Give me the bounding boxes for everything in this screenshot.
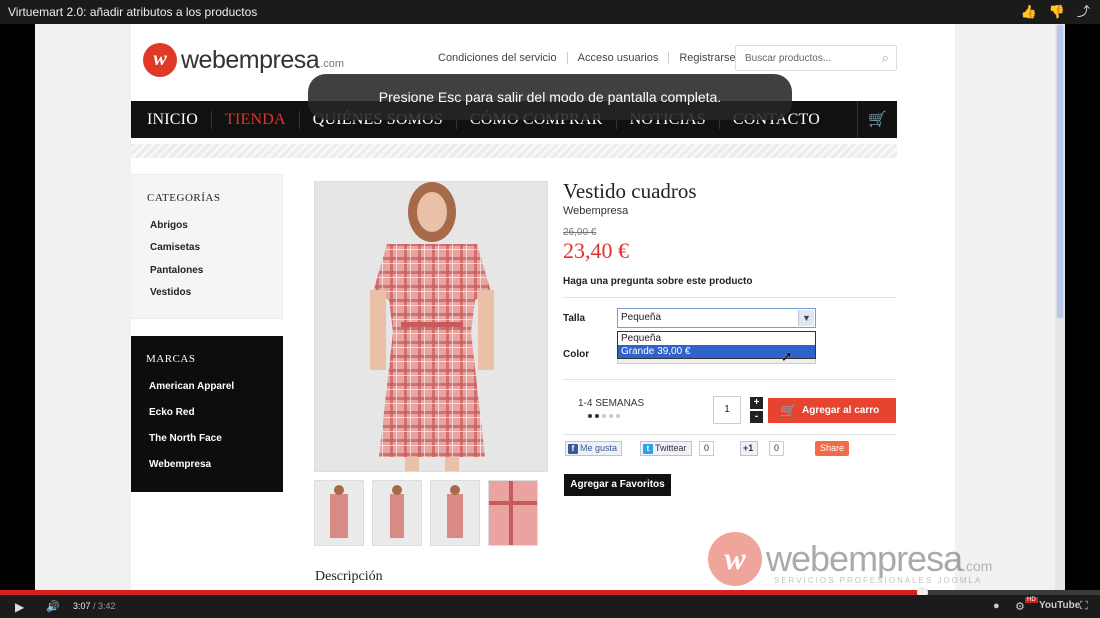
- video-title: Virtuemart 2.0: añadir atributos a los p…: [8, 5, 258, 19]
- add-to-cart-label: Agregar al carro: [802, 405, 880, 416]
- category-item[interactable]: Pantalones: [150, 265, 203, 276]
- brand-item[interactable]: American Apparel: [149, 381, 234, 392]
- quantity-minus-button[interactable]: -: [750, 411, 763, 423]
- product-brand: Webempresa: [563, 205, 629, 217]
- link-register[interactable]: Registrarse: [668, 52, 745, 64]
- fullscreen-toast: Presione Esc para salir del modo de pant…: [308, 74, 792, 120]
- gplus-button[interactable]: +1: [740, 441, 759, 456]
- divider-stripe: [131, 144, 897, 158]
- share-button[interactable]: Share: [815, 441, 850, 456]
- time-display: 3:07 / 3:42: [73, 601, 116, 611]
- time-current: 3:07: [73, 601, 91, 611]
- volume-icon[interactable]: 🔊: [46, 600, 60, 613]
- size-select-value: Pequeña: [621, 312, 662, 323]
- tweet-button[interactable]: t Twittear: [640, 441, 692, 456]
- brands-title: MARCAS: [146, 353, 196, 365]
- gplus-label: +1: [743, 443, 754, 453]
- ask-question-link[interactable]: Haga una pregunta sobre este producto: [563, 276, 752, 287]
- nav-inicio[interactable]: INICIO: [147, 111, 211, 129]
- color-label: Color: [563, 349, 590, 360]
- shipping-time: 1-4 SEMANAS: [578, 398, 645, 409]
- search-placeholder: Buscar productos...: [745, 53, 832, 64]
- page-scrollbar[interactable]: [1055, 24, 1065, 590]
- product-thumbnail[interactable]: [314, 480, 364, 546]
- logo-mark: w: [143, 43, 177, 77]
- watermark-logo: w: [708, 532, 762, 586]
- categories-title: CATEGORÍAS: [147, 192, 221, 204]
- watermark-subtitle: SERVICIOS PROFESIONALES JOOMLA: [774, 576, 983, 585]
- categories-box: CATEGORÍAS Abrigos Camisetas Pantalones …: [131, 174, 283, 319]
- add-to-cart-button[interactable]: 🛒 Agregar al carro: [768, 398, 896, 423]
- divider: [563, 379, 897, 380]
- search-icon[interactable]: ⌕: [882, 50, 889, 66]
- size-select[interactable]: Pequeña ▼: [617, 308, 816, 328]
- facebook-icon: f: [568, 444, 578, 454]
- share-label: Share: [820, 443, 845, 453]
- time-total: / 3:42: [93, 601, 116, 611]
- product-thumbnail[interactable]: [488, 480, 538, 546]
- youtube-logo[interactable]: YouTube: [1039, 600, 1080, 611]
- divider: [563, 297, 897, 298]
- watermark-domain: .com: [962, 558, 993, 574]
- product-thumbnail[interactable]: [430, 480, 480, 546]
- link-login[interactable]: Acceso usuarios: [566, 52, 669, 64]
- site-logo[interactable]: w webempresa .com: [143, 43, 344, 77]
- category-item[interactable]: Abrigos: [150, 220, 188, 231]
- category-item[interactable]: Camisetas: [150, 242, 200, 253]
- thumbs-up-icon[interactable]: 👍: [1021, 0, 1037, 24]
- gplus-count: 0: [769, 441, 785, 456]
- player-controls: ▶ 🔊 3:07 / 3:42 ● ⚙ HD YouTube ⛶: [0, 595, 1100, 618]
- product-thumbnail[interactable]: [372, 480, 422, 546]
- scrollbar-thumb[interactable]: [1056, 24, 1064, 319]
- brands-box: MARCAS American Apparel Ecko Red The Nor…: [131, 336, 283, 492]
- share-icon[interactable]: ⤴: [1077, 0, 1090, 24]
- watermark-text: webempresa: [766, 538, 963, 579]
- hd-badge: HD: [1025, 597, 1038, 603]
- channel-watermark: w webempresa .com SERVICIOS PROFESIONALE…: [708, 532, 992, 586]
- play-icon[interactable]: ▶: [15, 600, 24, 614]
- brand-item[interactable]: Webempresa: [149, 459, 211, 470]
- facebook-like-button[interactable]: f Me gusta: [565, 441, 623, 456]
- thumbs-down-icon[interactable]: 👎: [1049, 0, 1065, 24]
- add-to-favorites-button[interactable]: Agregar a Favoritos: [564, 474, 671, 496]
- size-option[interactable]: Pequeña: [618, 332, 815, 345]
- divider: [563, 434, 897, 435]
- top-links: Condiciones del servicio Acceso usuarios…: [438, 52, 746, 64]
- info-icon[interactable]: ●: [993, 600, 1000, 612]
- quantity-plus-button[interactable]: +: [750, 397, 763, 409]
- brand-item[interactable]: Ecko Red: [149, 407, 195, 418]
- description-title: Descripción: [315, 569, 383, 584]
- brand-item[interactable]: The North Face: [149, 433, 222, 444]
- product-thumbnails: [314, 480, 538, 546]
- cart-icon[interactable]: 🛒: [857, 101, 897, 138]
- chevron-down-icon[interactable]: ▼: [798, 310, 814, 326]
- link-terms[interactable]: Condiciones del servicio: [438, 52, 567, 64]
- video-title-bar: Virtuemart 2.0: añadir atributos a los p…: [0, 0, 1100, 24]
- tweet-label: Twittear: [655, 443, 687, 453]
- cart-icon: 🛒: [780, 403, 797, 418]
- nav-tienda[interactable]: TIENDA: [210, 110, 299, 129]
- quantity-input[interactable]: 1: [713, 396, 741, 424]
- product-name: Vestido cuadros: [563, 179, 697, 203]
- fullscreen-icon[interactable]: ⛶: [1080, 600, 1088, 613]
- size-label: Talla: [563, 313, 586, 324]
- settings-icon[interactable]: ⚙: [1015, 600, 1025, 613]
- old-price: 26,00 €: [563, 227, 597, 238]
- availability-dots: [588, 414, 620, 418]
- tweet-count: 0: [699, 441, 715, 456]
- dress-illustration: [315, 182, 547, 471]
- mouse-cursor-icon: ➚: [781, 348, 793, 364]
- video-frame[interactable]: w webempresa .com Condiciones del servic…: [0, 24, 1100, 590]
- logo-text: webempresa: [181, 45, 320, 74]
- logo-domain: .com: [320, 58, 344, 70]
- search-input[interactable]: Buscar productos... ⌕: [735, 45, 897, 71]
- product-main-image[interactable]: [314, 181, 548, 472]
- product-price: 23,40 €: [563, 238, 629, 263]
- twitter-icon: t: [643, 444, 653, 454]
- facebook-label: Me gusta: [580, 443, 618, 453]
- category-item[interactable]: Vestidos: [150, 287, 191, 298]
